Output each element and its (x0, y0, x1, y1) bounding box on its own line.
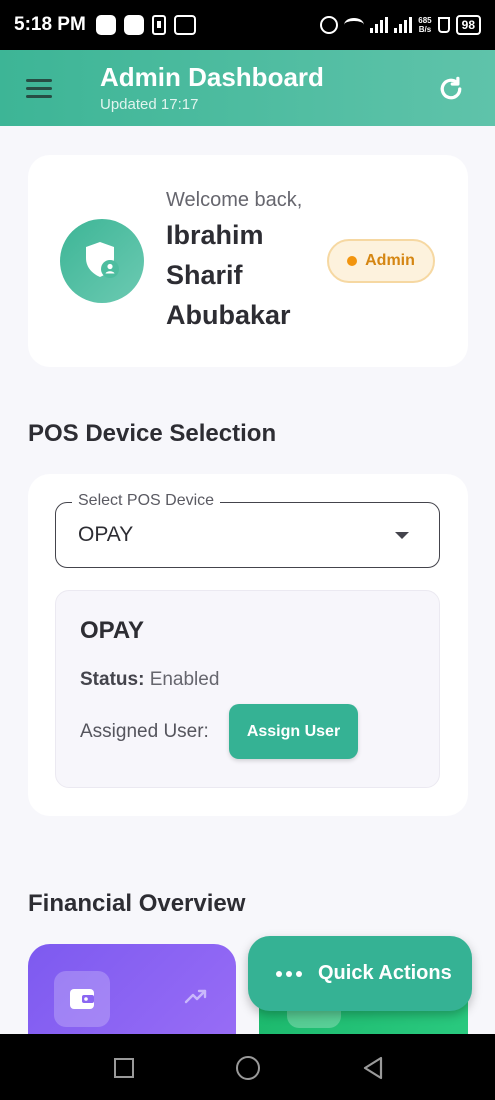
device-status: Status: Enabled (80, 669, 219, 691)
more-horizontal-icon (276, 970, 302, 977)
status-label: Status: (80, 669, 145, 690)
notification-icon (95, 15, 116, 35)
pos-device-select[interactable]: Select POS Device OPAY (55, 492, 440, 568)
notification-icon (123, 15, 144, 35)
quick-actions-label: Quick Actions (318, 962, 452, 984)
quick-actions-button[interactable]: Quick Actions (248, 936, 472, 1011)
admin-shield-icon (86, 242, 119, 278)
status-value: Enabled (149, 669, 220, 690)
pos-device-card: Select POS Device OPAY OPAY Status: Enab… (28, 474, 468, 816)
alarm-icon (320, 16, 339, 34)
status-bar: 5:18 PM 685 B/s 98 (0, 0, 495, 50)
role-label: Admin (365, 252, 415, 269)
section-title-pos: POS Device Selection (28, 420, 277, 447)
signal-icon (370, 17, 389, 33)
app-bar: Admin Dashboard Updated 17:17 (0, 50, 495, 126)
last-updated: Updated 17:17 (100, 96, 199, 113)
welcome-card: Welcome back, Ibrahim Sharif Abubakar Ad… (28, 155, 468, 367)
welcome-greeting: Welcome back, (166, 189, 303, 211)
system-nav-bar (0, 1034, 495, 1100)
status-dot (347, 256, 358, 266)
avatar (60, 219, 144, 303)
device-details: OPAY Status: Enabled Assigned User: Assi… (55, 590, 440, 788)
wifi-icon (344, 18, 365, 32)
select-value: OPAY (78, 523, 134, 546)
wallet-icon (70, 989, 94, 1009)
page-title: Admin Dashboard (100, 62, 324, 92)
flask-icon (437, 17, 450, 33)
home-button[interactable] (236, 1056, 260, 1080)
status-indicators: 685 B/s 98 (320, 15, 481, 35)
recent-apps-button[interactable] (114, 1058, 134, 1078)
dropdown-arrow-icon (395, 532, 409, 539)
section-title-financial: Financial Overview (28, 890, 246, 917)
menu-icon[interactable] (26, 79, 52, 99)
wallet-icon-box (54, 971, 110, 1027)
role-badge: Admin (327, 239, 435, 283)
battery-indicator: 98 (455, 15, 481, 35)
assign-user-button[interactable]: Assign User (229, 704, 358, 759)
back-arrow-icon (363, 1056, 383, 1080)
phone-icon (151, 15, 166, 35)
select-label: Select POS Device (72, 492, 221, 510)
status-time: 5:18 PM (14, 14, 86, 35)
refresh-icon[interactable] (436, 74, 466, 104)
user-name: Ibrahim Sharif Abubakar (166, 220, 291, 330)
network-speed: 685 B/s (418, 16, 432, 34)
activity-icon (173, 15, 196, 35)
device-name: OPAY (80, 617, 145, 644)
assigned-user-label: Assigned User: (80, 721, 209, 742)
trending-up-icon (184, 989, 207, 1004)
signal-icon (394, 17, 413, 33)
back-button[interactable] (362, 1056, 384, 1085)
